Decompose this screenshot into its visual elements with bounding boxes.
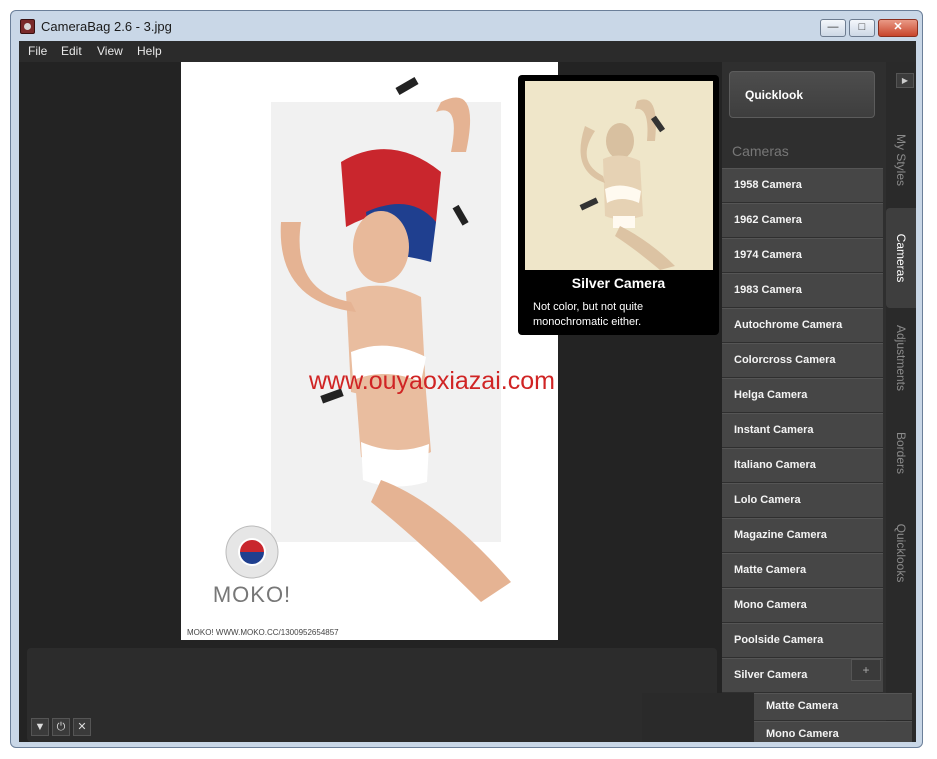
camera-item-1983[interactable]: 1983 Camera (722, 273, 883, 307)
moko-logo-text: MOKO! (212, 582, 292, 607)
styles-sidebar: Quicklook Cameras 1958 Camera 1962 Camer… (722, 62, 886, 742)
camera-item-1958[interactable]: 1958 Camera (722, 168, 883, 202)
camera-item-label: Italiano Camera (734, 459, 816, 471)
camera-item-matte[interactable]: Matte Camera (722, 553, 883, 587)
camera-item-label: Lolo Camera (734, 494, 801, 506)
camera-item-silver[interactable]: Silver Camera + (722, 658, 883, 692)
camera-item-instant[interactable]: Instant Camera (722, 413, 883, 447)
camera-item-lolo[interactable]: Lolo Camera (722, 483, 883, 517)
tab-label: Quicklooks (894, 523, 908, 583)
preview-description: Not color, but not quite monochromatic e… (533, 301, 644, 328)
camera-item-label: Silver Camera (734, 669, 808, 681)
camera-item-label: Instant Camera (734, 424, 814, 436)
quicklook-label: Quicklook (745, 88, 804, 102)
camera-item-label: 1962 Camera (734, 214, 802, 226)
sidebar-tabstrip: ▶ My Styles Cameras Adjustments Borders … (886, 62, 916, 742)
camera-item-poolside[interactable]: Poolside Camera (722, 623, 883, 657)
camera-item-magazine[interactable]: Magazine Camera (722, 518, 883, 552)
moko-logo: MOKO! (206, 524, 298, 614)
drag-ghost: Matte Camera Mono Camera (642, 693, 912, 742)
close-button[interactable]: ✕ (878, 19, 918, 37)
camera-item-autochrome[interactable]: Autochrome Camera (722, 308, 883, 342)
drag-ghost-shadow (642, 693, 754, 742)
camerabag-app-icon (20, 19, 35, 34)
camera-item-label: Helga Camera (734, 389, 808, 401)
tab-my-styles[interactable]: My Styles (886, 112, 916, 208)
maximize-button[interactable]: □ (849, 19, 875, 37)
menu-bar: File Edit View Help (19, 41, 916, 62)
tab-label: Cameras (894, 233, 908, 283)
tab-adjustments[interactable]: Adjustments (886, 308, 916, 408)
camera-preview-tooltip: Silver Camera Not color, but not quite m… (518, 75, 719, 335)
workspace: MOKO! MOKO! WWW.MOKO.CC/1300952654857 Si… (19, 62, 916, 742)
camera-item-1974[interactable]: 1974 Camera (722, 238, 883, 272)
photo-canvas[interactable]: MOKO! MOKO! WWW.MOKO.CC/1300952654857 (181, 62, 558, 640)
menu-edit[interactable]: Edit (61, 44, 82, 58)
camera-item-label: Mono Camera (734, 599, 807, 611)
camera-item-label: 1958 Camera (734, 179, 802, 191)
camera-item-helga[interactable]: Helga Camera (722, 378, 883, 412)
camera-item-label: 1974 Camera (734, 249, 802, 261)
tab-label: Borders (894, 431, 908, 475)
quicklook-button[interactable]: Quicklook (729, 71, 875, 118)
minimize-button[interactable]: — (820, 19, 846, 37)
camera-item-colorcross[interactable]: Colorcross Camera (722, 343, 883, 377)
camera-item-label: Autochrome Camera (734, 319, 843, 331)
title-bar: CameraBag 2.6 - 3.jpg — □ ✕ (11, 11, 922, 41)
drag-ghost-label: Matte Camera (766, 700, 839, 712)
tab-label: Adjustments (894, 324, 908, 392)
section-title-cameras: Cameras (732, 143, 789, 159)
add-style-button[interactable]: + (851, 659, 881, 681)
drag-ghost-item: Matte Camera (754, 693, 912, 720)
camera-item-label: 1983 Camera (734, 284, 802, 296)
camera-list: 1958 Camera 1962 Camera 1974 Camera 1983… (722, 168, 883, 693)
camera-item-label: Poolside Camera (734, 634, 824, 646)
power-toggle-button[interactable]: ⏻ (52, 718, 70, 736)
camera-item-1962[interactable]: 1962 Camera (722, 203, 883, 237)
menu-view[interactable]: View (97, 44, 123, 58)
drag-ghost-label: Mono Camera (766, 728, 839, 740)
tab-cameras[interactable]: Cameras (886, 208, 916, 308)
tab-label: My Styles (894, 133, 908, 187)
preview-thumbnail (525, 81, 713, 270)
collapse-sidebar-button[interactable]: ▶ (896, 73, 914, 88)
window-title: CameraBag 2.6 - 3.jpg (41, 19, 172, 34)
photo-caption: MOKO! WWW.MOKO.CC/1300952654857 (187, 628, 339, 637)
app-window: CameraBag 2.6 - 3.jpg — □ ✕ File Edit Vi… (10, 10, 923, 748)
drag-ghost-item: Mono Camera (754, 721, 912, 742)
dropdown-button[interactable]: ▼ (31, 718, 49, 736)
watermark-text: www.ouyaoxiazai.com (309, 367, 555, 395)
bottom-tray (27, 648, 717, 742)
preview-title: Silver Camera (571, 275, 666, 291)
tab-quicklooks[interactable]: Quicklooks (886, 498, 916, 608)
camera-item-label: Matte Camera (734, 564, 807, 576)
camera-item-label: Colorcross Camera (734, 354, 836, 366)
menu-help[interactable]: Help (137, 44, 162, 58)
camera-item-mono[interactable]: Mono Camera (722, 588, 883, 622)
camera-item-italiano[interactable]: Italiano Camera (722, 448, 883, 482)
menu-file[interactable]: File (28, 44, 47, 58)
remove-button[interactable]: ✕ (73, 718, 91, 736)
tab-borders[interactable]: Borders (886, 408, 916, 498)
camera-item-label: Magazine Camera (734, 529, 827, 541)
